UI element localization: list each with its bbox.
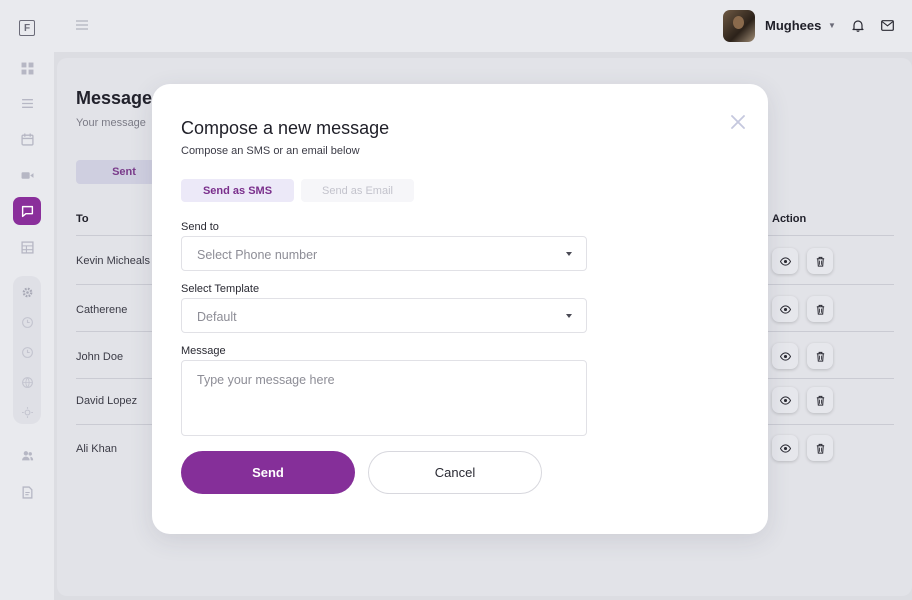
calendar-icon — [20, 133, 34, 146]
table-row-name: Kevin Micheals — [76, 255, 150, 267]
compose-modal: Compose a new message Compose an SMS or … — [152, 84, 768, 534]
chevron-down-icon[interactable]: ▼ — [828, 21, 836, 30]
user-name[interactable]: Mughees — [765, 18, 821, 33]
sidebar-item-settings[interactable] — [13, 278, 41, 306]
sidebar-item-users[interactable] — [13, 441, 41, 469]
message-placeholder: Type your message here — [197, 373, 335, 387]
page-subtitle: Your message — [76, 117, 146, 129]
table-row-name: David Lopez — [76, 395, 138, 407]
hamburger-icon[interactable] — [76, 20, 88, 30]
template-value: Default — [197, 310, 237, 324]
cancel-button[interactable]: Cancel — [368, 451, 542, 494]
trash-icon — [816, 304, 824, 315]
sidebar: F — [0, 0, 54, 600]
view-button[interactable] — [772, 387, 798, 413]
table-row-name: John Doe — [76, 351, 124, 363]
dropdown-arrow-icon — [566, 252, 572, 256]
eye-icon — [779, 351, 791, 361]
eye-icon — [779, 443, 791, 453]
trash-icon — [816, 351, 824, 362]
send-button[interactable]: Send — [181, 451, 355, 494]
page-title: Messages — [76, 88, 163, 108]
table-row-name: Ali Khan — [76, 443, 117, 455]
trash-icon — [816, 395, 824, 406]
sidebar-item-schedule[interactable] — [13, 338, 41, 366]
sidebar-item-dashboard[interactable] — [13, 54, 41, 82]
table-row-name: Catherene — [76, 304, 128, 316]
view-button[interactable] — [772, 248, 798, 274]
message-label: Message — [181, 345, 226, 357]
dropdown-arrow-icon — [566, 314, 572, 318]
users-icon — [21, 450, 33, 460]
clock-icon — [21, 316, 33, 328]
globe-icon — [21, 376, 33, 388]
clock-icon — [21, 346, 33, 358]
sidebar-item-history[interactable] — [13, 308, 41, 336]
delete-button[interactable] — [807, 387, 833, 413]
modal-subtitle: Compose an SMS or an email below — [181, 145, 360, 157]
send-to-placeholder: Select Phone number — [197, 248, 318, 262]
send-to-select[interactable]: Select Phone number — [181, 236, 587, 271]
view-button[interactable] — [772, 435, 798, 461]
sun-icon — [21, 406, 33, 418]
sidebar-item-web[interactable] — [13, 368, 41, 396]
eye-icon — [779, 256, 791, 266]
sidebar-item-documents[interactable] — [13, 478, 41, 506]
sidebar-item-theme[interactable] — [13, 398, 41, 426]
template-select[interactable]: Default — [181, 298, 587, 333]
send-to-label: Send to — [181, 221, 219, 233]
send-as-email-toggle[interactable]: Send as Email — [301, 179, 414, 202]
eye-icon — [779, 395, 791, 405]
delete-button[interactable] — [807, 296, 833, 322]
table-icon — [20, 240, 34, 254]
top-bar: Mughees ▼ — [54, 0, 912, 52]
trash-icon — [816, 443, 824, 454]
send-as-sms-toggle[interactable]: Send as SMS — [181, 179, 294, 202]
modal-title: Compose a new message — [181, 118, 390, 138]
template-label: Select Template — [181, 283, 260, 295]
delete-button[interactable] — [807, 248, 833, 274]
sidebar-item-list[interactable] — [13, 89, 41, 117]
sidebar-item-messages[interactable] — [13, 197, 41, 225]
trash-icon — [816, 256, 824, 267]
sidebar-item-table[interactable] — [13, 233, 41, 261]
avatar[interactable] — [723, 10, 755, 42]
document-icon — [22, 485, 32, 499]
view-button[interactable] — [772, 343, 798, 369]
mail-icon[interactable] — [881, 20, 894, 31]
app-logo[interactable]: F — [19, 20, 35, 36]
list-icon — [21, 98, 33, 108]
eye-icon — [779, 304, 791, 314]
gear-icon — [22, 287, 32, 297]
delete-button[interactable] — [807, 343, 833, 369]
sidebar-item-calendar[interactable] — [13, 125, 41, 153]
message-textarea[interactable]: Type your message here — [181, 360, 587, 436]
column-header-to: To — [76, 213, 89, 225]
sidebar-item-video[interactable] — [13, 161, 41, 189]
view-button[interactable] — [772, 296, 798, 322]
bell-icon[interactable] — [852, 19, 864, 32]
video-icon — [21, 171, 33, 179]
dashboard-icon — [21, 62, 33, 74]
delete-button[interactable] — [807, 435, 833, 461]
column-header-action: Action — [772, 213, 807, 225]
chat-icon — [21, 205, 33, 217]
close-icon[interactable] — [730, 114, 746, 130]
